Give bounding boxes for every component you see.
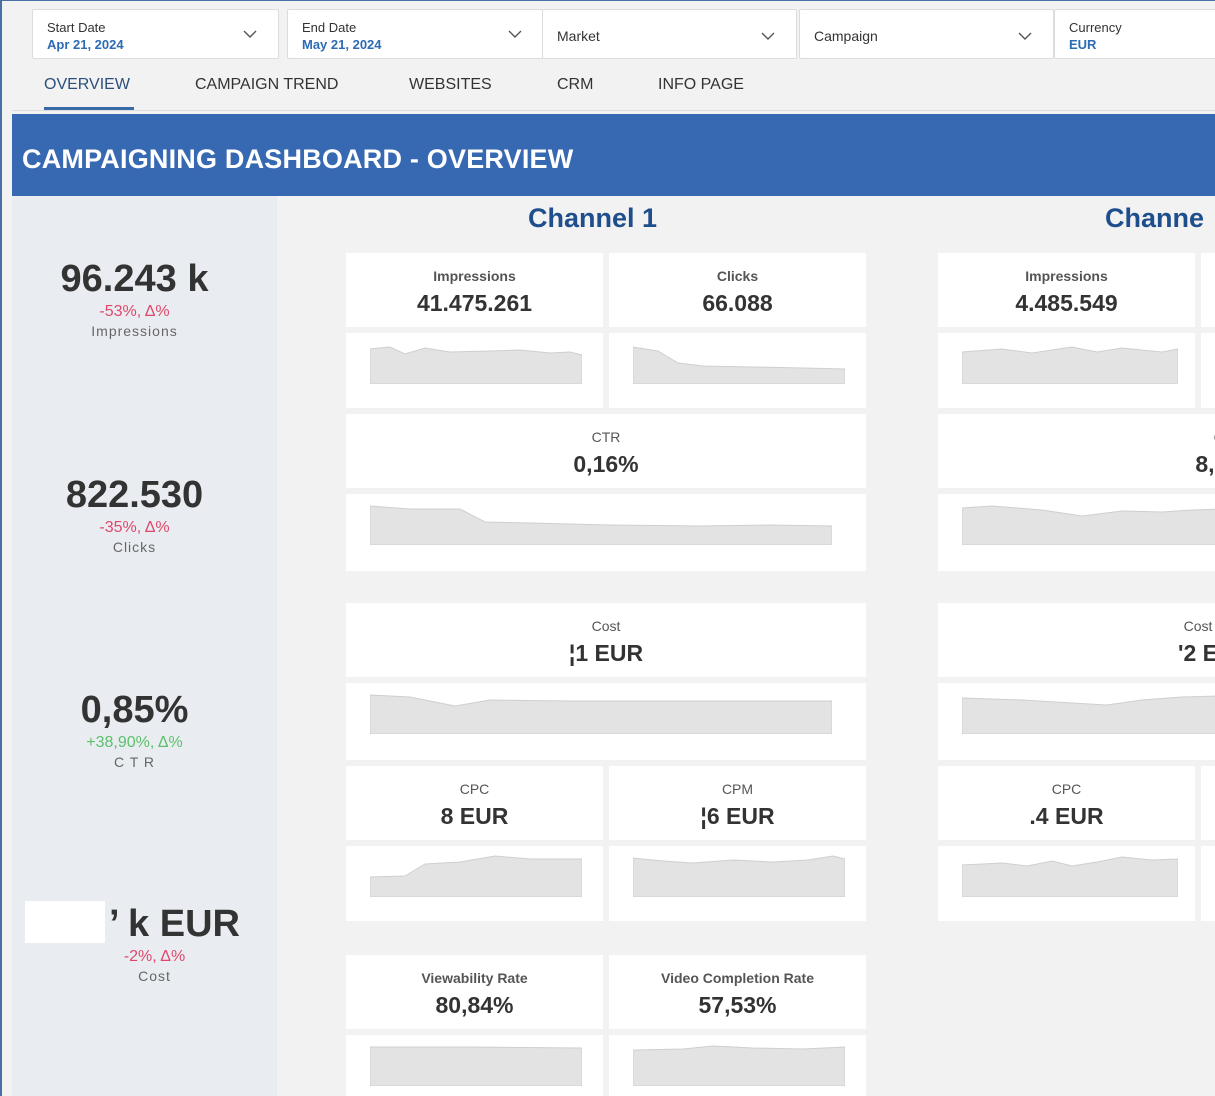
start-date-value: Apr 21, 2024	[47, 37, 124, 52]
chevron-down-icon	[242, 26, 258, 42]
ch2-impressions-sparkline	[938, 333, 1195, 408]
currency-value: EUR	[1069, 37, 1097, 52]
metric-label: Impressions	[1025, 268, 1108, 284]
kpi-value: 822.530	[65, 474, 204, 516]
end-date-label: End Date	[302, 20, 357, 35]
channel-2-title: Channe	[1105, 203, 1205, 233]
redaction-mask	[25, 901, 105, 943]
dashboard-header: CAMPAIGNING DASHBOARD - OVERVIEW	[12, 114, 1215, 196]
ch1-video-completion-sparkline	[609, 1035, 866, 1096]
chevron-down-icon	[1017, 28, 1033, 44]
metric-value: '2 E	[1178, 640, 1215, 666]
metric-value: 0,16%	[573, 451, 639, 477]
currency-label: Currency	[1069, 20, 1122, 35]
chevron-down-icon	[507, 26, 523, 42]
metric-value: 57,53%	[698, 992, 777, 1018]
tab-websites[interactable]: WEBSITES	[409, 76, 492, 94]
kpi-ctr: 0,85% +38,90%, Δ% C T R	[12, 689, 257, 770]
metric-label: CPC	[1051, 781, 1082, 797]
kpi-label: Cost	[138, 968, 171, 984]
metric-label: CTR	[1158, 429, 1215, 445]
metric-value: 80,84%	[435, 992, 514, 1018]
kpi-label: C T R	[113, 754, 156, 770]
kpi-value: 0,85%	[80, 689, 189, 731]
tab-overview[interactable]: OVERVIEW	[44, 76, 130, 94]
ch1-video-completion-card: Video Completion Rate 57,53%	[609, 955, 866, 1029]
metric-value: 8 EUR	[440, 803, 509, 829]
metric-value: 66.088	[702, 290, 773, 316]
kpi-clicks: 822.530 -35%, Δ% Clicks	[12, 474, 257, 555]
active-tab-indicator	[44, 107, 134, 110]
ch2-cpc-card: CPC .4 EUR	[938, 766, 1195, 840]
ch2-cpm-sparkline	[1201, 846, 1215, 921]
ch1-viewability-card: Viewability Rate 80,84%	[346, 955, 603, 1029]
ch2-cost-sparkline	[938, 683, 1215, 760]
start-date-label: Start Date	[47, 20, 106, 35]
ch1-impressions-card: Impressions 41.475.261	[346, 253, 603, 327]
ch1-viewability-sparkline	[346, 1035, 603, 1096]
end-date-value: May 21, 2024	[302, 37, 382, 52]
ch1-cost-card: Cost ¦1 EUR	[346, 603, 866, 677]
ch1-clicks-sparkline	[609, 333, 866, 408]
kpi-delta: -53%, Δ%	[99, 303, 170, 320]
ch2-impressions-card: Impressions 4.485.549	[938, 253, 1195, 327]
dashboard-frame: Start Date Apr 21, 2024 End Date May 21,…	[0, 0, 1215, 1096]
ch1-clicks-card: Clicks 66.088	[609, 253, 866, 327]
kpi-summary-column: 96.243 k -53%, Δ% Impressions 822.530 -3…	[12, 196, 277, 1096]
ch1-ctr-sparkline	[346, 494, 866, 571]
metric-value: ¦1 EUR	[568, 640, 644, 666]
ch1-cost-sparkline	[346, 683, 866, 760]
kpi-label: Impressions	[91, 323, 178, 339]
market-label: Market	[557, 28, 600, 44]
campaign-filter[interactable]: Campaign	[799, 9, 1054, 59]
kpi-label: Clicks	[112, 539, 157, 555]
kpi-impressions: 96.243 k -53%, Δ% Impressions	[12, 258, 257, 339]
ch1-cpc-card: CPC 8 EUR	[346, 766, 603, 840]
metric-value: 41.475.261	[416, 290, 533, 316]
ch1-cpc-sparkline	[346, 846, 603, 921]
tab-crm[interactable]: CRM	[557, 76, 593, 94]
chevron-down-icon	[760, 28, 776, 44]
currency-filter[interactable]: Currency EUR	[1054, 9, 1215, 59]
metric-label: Clicks	[716, 268, 759, 284]
kpi-value: 96.243 k	[60, 258, 209, 300]
filter-bar: Start Date Apr 21, 2024 End Date May 21,…	[12, 1, 1215, 61]
tab-info-page[interactable]: INFO PAGE	[658, 76, 744, 94]
metric-label: CTR	[591, 429, 621, 445]
metric-label: Impressions	[433, 268, 516, 284]
metric-label: CPC	[459, 781, 490, 797]
end-date-filter[interactable]: End Date May 21, 2024	[287, 9, 544, 59]
ch1-ctr-card: CTR 0,16%	[346, 414, 866, 488]
tab-campaign-trend[interactable]: CAMPAIGN TREND	[195, 76, 338, 94]
start-date-filter[interactable]: Start Date Apr 21, 2024	[32, 9, 279, 59]
ch2-cost-card: Cost '2 E	[938, 603, 1215, 677]
metric-value: 4.485.549	[1015, 290, 1118, 316]
ch1-impressions-sparkline	[346, 333, 603, 408]
market-filter[interactable]: Market	[542, 9, 797, 59]
metric-value: 8,49%	[1195, 451, 1215, 477]
metric-label: Viewability Rate	[421, 970, 528, 986]
ch2-clicks-sparkline	[1201, 333, 1215, 408]
channel-area: Channel 1 Channe Impressions 41.475.261 …	[277, 196, 1215, 1096]
ch2-ctr-sparkline	[938, 494, 1215, 571]
kpi-delta: -2%, Δ%	[123, 948, 186, 965]
ch1-cpm-sparkline	[609, 846, 866, 921]
metric-label: Cost	[591, 618, 621, 634]
ch2-cpc-sparkline	[938, 846, 1195, 921]
tab-bar: OVERVIEW CAMPAIGN TREND WEBSITES CRM INF…	[12, 63, 1215, 111]
kpi-delta: -35%, Δ%	[99, 519, 170, 536]
ch2-ctr-card: CTR 8,49%	[938, 414, 1215, 488]
channel-1-title: Channel 1	[528, 203, 658, 233]
ch2-cpm-card	[1201, 766, 1215, 840]
ch1-cpm-card: CPM ¦6 EUR	[609, 766, 866, 840]
page-title: CAMPAIGNING DASHBOARD - OVERVIEW	[22, 144, 574, 174]
metric-label: CPM	[721, 781, 754, 797]
ch2-clicks-card	[1201, 253, 1215, 327]
metric-value: .4 EUR	[1029, 803, 1104, 829]
campaign-label: Campaign	[814, 28, 878, 44]
kpi-delta: +38,90%, Δ%	[86, 734, 183, 751]
metric-value: ¦6 EUR	[700, 803, 775, 829]
metric-label: Cost	[1183, 618, 1213, 634]
metric-label: Video Completion Rate	[661, 970, 814, 986]
